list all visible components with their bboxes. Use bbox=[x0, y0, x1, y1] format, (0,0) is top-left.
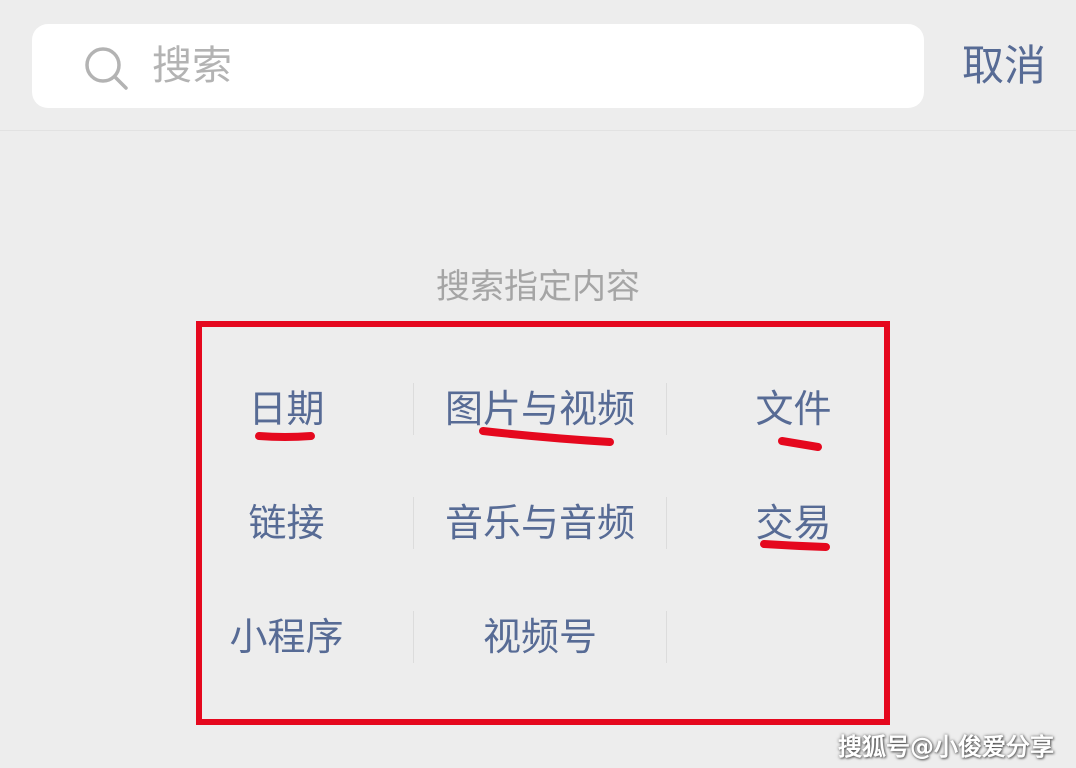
section-title: 搜索指定内容 bbox=[436, 267, 640, 307]
watermark: 搜狐号@小俊爱分享 bbox=[838, 733, 1054, 761]
search-icon bbox=[85, 47, 128, 90]
annotation-highlight-frame bbox=[196, 321, 890, 725]
search-placeholder: 搜索 bbox=[152, 43, 232, 89]
cancel-button[interactable]: 取消 bbox=[956, 24, 1052, 108]
search-header: 搜索 取消 bbox=[0, 0, 1076, 131]
search-input[interactable]: 搜索 bbox=[32, 24, 924, 108]
